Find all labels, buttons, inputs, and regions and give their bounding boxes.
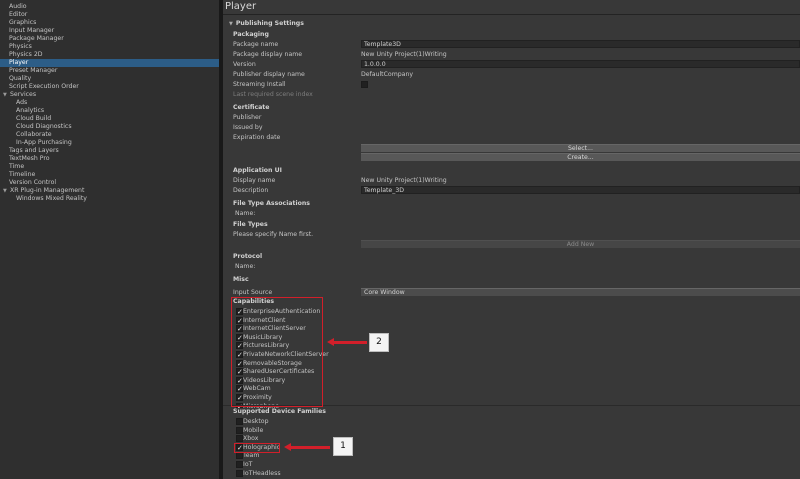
sidebar-item[interactable]: Input Manager: [9, 27, 54, 35]
player-settings-panel: Player ▼ Publishing Settings Packaging Pa…: [223, 0, 800, 479]
package-name-field[interactable]: Template3D: [361, 40, 800, 48]
description-field[interactable]: Template_3D: [361, 186, 800, 194]
checkbox[interactable]: [236, 469, 243, 477]
sidebar-item[interactable]: Version Control: [9, 179, 56, 187]
sidebar-item[interactable]: Cloud Diagnostics: [16, 123, 72, 131]
sidebar-item[interactable]: Ads: [16, 99, 27, 107]
sidebar-item[interactable]: Quality: [9, 75, 31, 83]
sidebar-item-label: Script Execution Order: [9, 83, 79, 90]
app-display-name-value: New Unity Project(1)Writing: [361, 177, 447, 184]
sidebar-item-label: Analytics: [16, 107, 45, 114]
settings-sidebar: Audio Editor Graphics Input Manager Package …: [0, 0, 219, 479]
sidebar-item[interactable]: Analytics: [16, 107, 44, 115]
sidebar-item[interactable]: ▼ Services: [3, 91, 36, 99]
sidebar-item-label: Cloud Build: [16, 115, 52, 122]
sidebar-item-label: Editor: [9, 11, 28, 18]
sidebar-item[interactable]: In-App Purchasing: [16, 139, 72, 147]
device-family-item-label: IoTHeadless: [243, 469, 281, 477]
sidebar-item-label: Graphics: [9, 19, 37, 26]
sidebar-item-label: Tags and Layers: [9, 147, 59, 154]
device-family-item-label: Desktop: [243, 418, 269, 425]
sidebar-item[interactable]: ▼ XR Plug-in Management: [3, 187, 84, 195]
sidebar-item-label: Collaborate: [16, 131, 52, 138]
checkbox[interactable]: [236, 452, 243, 460]
sidebar-item[interactable]: Windows Mixed Reality: [16, 195, 87, 203]
sidebar-item-label: Package Manager: [9, 35, 64, 42]
select-certificate-button[interactable]: Select...: [361, 144, 800, 152]
publisher-display-name-value: DefaultCompany: [361, 71, 414, 78]
triangle-down-icon[interactable]: ▼: [3, 91, 10, 99]
sidebar-item[interactable]: Player: [0, 59, 219, 67]
sidebar-item-label: Player: [9, 59, 29, 66]
add-new-button[interactable]: Add New: [361, 240, 800, 248]
sidebar-item[interactable]: Script Execution Order: [9, 83, 79, 91]
sidebar-item[interactable]: Editor: [9, 11, 27, 19]
callout-2-badge: 2: [369, 333, 389, 352]
sidebar-item-label: Services: [10, 91, 37, 98]
sidebar-item[interactable]: Physics 2D: [9, 51, 43, 59]
input-source-dropdown[interactable]: Core Window: [361, 288, 800, 296]
sidebar-item[interactable]: Collaborate: [16, 131, 52, 139]
sidebar-item[interactable]: Tags and Layers: [9, 147, 59, 155]
holographic-highlight-box: [234, 443, 280, 453]
sidebar-item-label: Ads: [16, 99, 28, 106]
checkbox[interactable]: [236, 435, 243, 443]
sidebar-item-label: Physics 2D: [9, 51, 43, 58]
sidebar-item-label: In-App Purchasing: [16, 139, 72, 146]
checkbox[interactable]: [236, 426, 243, 434]
device-family-item-label: Xbox: [243, 435, 259, 443]
sidebar-item-label: Windows Mixed Reality: [16, 195, 87, 202]
sidebar-item[interactable]: Timeline: [9, 171, 35, 179]
sidebar-item[interactable]: Audio: [9, 3, 27, 11]
checkbox[interactable]: [236, 461, 243, 468]
device-family-item-label: IoT: [243, 461, 253, 468]
sidebar-item[interactable]: Graphics: [9, 19, 36, 27]
sidebar-item[interactable]: Preset Manager: [9, 67, 57, 75]
callout-1-badge: 1: [333, 437, 353, 456]
sidebar-item-label: Timeline: [9, 171, 36, 178]
sidebar-item-label: Cloud Diagnostics: [16, 123, 72, 130]
sidebar-item-label: Physics: [9, 43, 32, 50]
checkbox[interactable]: [236, 418, 243, 425]
callout-2-arrow: [327, 338, 367, 346]
sidebar-item[interactable]: Cloud Build: [16, 115, 51, 123]
sidebar-item-label: Audio: [9, 3, 27, 10]
sidebar-item-label: Input Manager: [9, 27, 55, 34]
sidebar-item[interactable]: TextMesh Pro: [9, 155, 50, 163]
device-family-item-label: Team: [243, 452, 260, 460]
device-family-item-label: Mobile: [243, 426, 264, 434]
sidebar-item-label: XR Plug-in Management: [10, 187, 85, 194]
device-families-header: Supported Device Families: [233, 408, 326, 415]
sidebar-item-label: Preset Manager: [9, 67, 58, 74]
triangle-down-icon[interactable]: ▼: [3, 187, 10, 195]
sidebar-item[interactable]: Package Manager: [9, 35, 64, 43]
version-field[interactable]: 1.0.0.0: [361, 60, 800, 68]
package-display-name-value: New Unity Project(1)Writing: [361, 51, 447, 58]
sidebar-item[interactable]: Physics: [9, 43, 32, 51]
sidebar-item-label: TextMesh Pro: [9, 155, 50, 162]
sidebar-item-label: Quality: [9, 75, 32, 82]
create-certificate-button[interactable]: Create...: [361, 153, 800, 161]
sidebar-item-label: Version Control: [9, 179, 57, 186]
sidebar-item[interactable]: Time: [9, 163, 24, 171]
capabilities-highlight-box: [231, 297, 323, 407]
callout-1-arrow: [284, 443, 330, 451]
sidebar-item-label: Time: [9, 163, 25, 170]
